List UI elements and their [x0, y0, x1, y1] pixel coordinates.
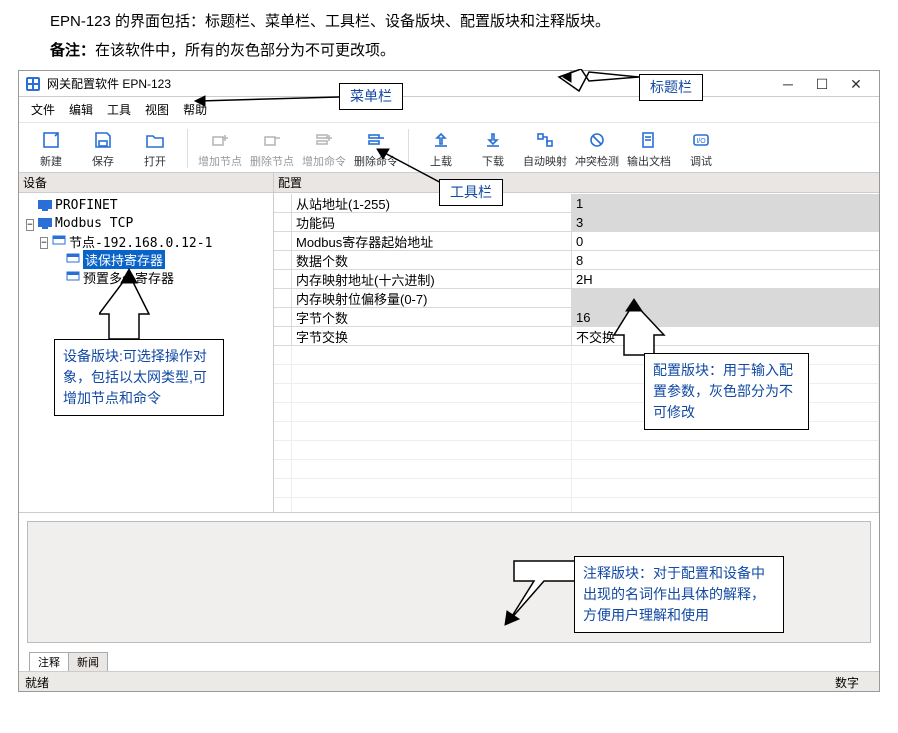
device-icon [37, 198, 53, 212]
config-label: 从站地址(1-255) [292, 194, 572, 212]
tree-node1[interactable]: 节点-192.168.0.12-1 [69, 232, 212, 251]
config-label: 功能码 [292, 213, 572, 231]
config-row[interactable]: Modbus寄存器起始地址0 [274, 232, 879, 251]
tool-download[interactable]: 下载 [467, 125, 519, 172]
config-row: 字节个数16 [274, 308, 879, 327]
menu-bar: 文件 编辑 工具 视图 帮助 [19, 97, 879, 123]
config-panel: 配置 从站地址(1-255)1功能码3Modbus寄存器起始地址0数据个数8内存… [274, 173, 879, 512]
tool-add-node: 增加节点 [194, 125, 246, 172]
device-icon [37, 216, 53, 230]
tree-profinet[interactable]: PROFINET [55, 198, 118, 213]
title-bar: 网关配置软件 EPN-123 ─ ☐ ✕ [19, 71, 879, 97]
new-icon [41, 129, 61, 151]
config-row: 从站地址(1-255)1 [274, 194, 879, 213]
tool-automap[interactable]: 自动映射 [519, 125, 571, 172]
menu-file[interactable]: 文件 [25, 99, 61, 120]
tool-open[interactable]: 打开 [129, 125, 181, 172]
config-label: Modbus寄存器起始地址 [292, 232, 572, 250]
tree-modbus[interactable]: Modbus TCP [55, 216, 133, 231]
expander-icon[interactable]: − [40, 237, 47, 249]
window-title: 网关配置软件 EPN-123 [47, 75, 171, 92]
config-label: 内存映射位偏移量(0-7) [292, 289, 572, 307]
tool-save[interactable]: 保存 [77, 125, 129, 172]
config-row-empty [274, 460, 879, 479]
tab-comment[interactable]: 注释 [29, 652, 69, 671]
close-button[interactable]: ✕ [839, 73, 873, 95]
tool-del-cmd[interactable]: 删除命令 [350, 125, 402, 172]
status-ready: 就绪 [19, 672, 55, 691]
config-value: 16 [572, 308, 879, 326]
config-value: 3 [572, 213, 879, 231]
save-icon [93, 129, 113, 151]
add-cmd-icon [314, 129, 334, 151]
tool-new[interactable]: 新建 [25, 125, 77, 172]
tool-conflict[interactable]: 冲突检测 [571, 125, 623, 172]
callout-device: 设备版块:可选择操作对象，包括以太网类型,可增加节点和命令 [54, 339, 224, 416]
callout-config: 配置版块：用于输入配置参数，灰色部分为不可修改 [644, 353, 809, 430]
minimize-button[interactable]: ─ [771, 73, 805, 95]
config-row-empty [274, 479, 879, 498]
cmd-icon [65, 252, 81, 266]
debug-icon: I/O [691, 129, 711, 151]
doc-note: 备注：在该软件中，所有的灰色部分为不可更改项。 [0, 39, 898, 70]
config-row[interactable]: 数据个数8 [274, 251, 879, 270]
config-value[interactable]: 8 [572, 251, 879, 269]
tool-debug[interactable]: I/O调试 [675, 125, 727, 172]
automap-icon [535, 129, 555, 151]
callout-titlebar: 标题栏 [639, 74, 703, 101]
download-icon [483, 129, 503, 151]
tool-upload[interactable]: 上载 [415, 125, 467, 172]
config-value[interactable]: 0 [572, 232, 879, 250]
device-panel-header: 设备 [19, 173, 273, 193]
status-numlock: 数字 [829, 672, 879, 691]
upload-icon [431, 129, 451, 151]
config-label: 内存映射地址(十六进制) [292, 270, 572, 288]
bottom-tabs: 注释 新闻 [19, 651, 879, 671]
toolbar: 新建 保存 打开 增加节点 删除节点 增加命令 删除命令 上载 下载 自动映射 … [19, 123, 879, 173]
config-value: 1 [572, 194, 879, 212]
menu-help[interactable]: 帮助 [177, 99, 213, 120]
config-label: 字节个数 [292, 308, 572, 326]
del-node-icon [262, 129, 282, 151]
node-icon [51, 234, 67, 248]
tree-cmd1[interactable]: 读保持寄存器 [83, 250, 165, 269]
cmd-icon [65, 270, 81, 284]
svg-text:I/O: I/O [696, 138, 706, 145]
callout-menubar: 菜单栏 [339, 83, 403, 110]
config-value[interactable]: 2H [572, 270, 879, 288]
config-label: 字节交换 [292, 327, 572, 345]
maximize-button[interactable]: ☐ [805, 73, 839, 95]
conflict-icon [587, 129, 607, 151]
app-window: 网关配置软件 EPN-123 ─ ☐ ✕ 文件 编辑 工具 视图 帮助 新建 保… [18, 70, 880, 692]
config-panel-header: 配置 [274, 173, 879, 193]
menu-edit[interactable]: 编辑 [63, 99, 99, 120]
tool-add-cmd: 增加命令 [298, 125, 350, 172]
config-value [572, 289, 879, 307]
expander-icon[interactable]: − [26, 219, 33, 231]
add-node-icon [210, 129, 230, 151]
tool-del-node: 删除节点 [246, 125, 298, 172]
open-icon [145, 129, 165, 151]
menu-tool[interactable]: 工具 [101, 99, 137, 120]
doc-intro: EPN-123 的界面包括：标题栏、菜单栏、工具栏、设备版块、配置版块和注释版块… [0, 0, 898, 39]
config-row-empty [274, 441, 879, 460]
callout-toolbar: 工具栏 [439, 179, 503, 206]
tab-news[interactable]: 新闻 [68, 652, 108, 671]
config-row[interactable]: 字节交换不交换 [274, 327, 879, 346]
status-bar: 就绪 数字 [19, 671, 879, 691]
app-icon [25, 76, 41, 92]
config-row: 功能码3 [274, 213, 879, 232]
config-value[interactable]: 不交换 [572, 327, 879, 345]
tool-export[interactable]: 输出文档 [623, 125, 675, 172]
export-icon [639, 129, 659, 151]
callout-comment: 注释版块：对于配置和设备中出现的名词作出具体的解释，方便用户理解和使用 [574, 556, 784, 633]
del-cmd-icon [366, 129, 386, 151]
menu-view[interactable]: 视图 [139, 99, 175, 120]
config-label: 数据个数 [292, 251, 572, 269]
config-row-empty [274, 498, 879, 512]
config-row[interactable]: 内存映射地址(十六进制)2H [274, 270, 879, 289]
config-row: 内存映射位偏移量(0-7) [274, 289, 879, 308]
tree-cmd2[interactable]: 预置多个寄存器 [83, 268, 174, 287]
